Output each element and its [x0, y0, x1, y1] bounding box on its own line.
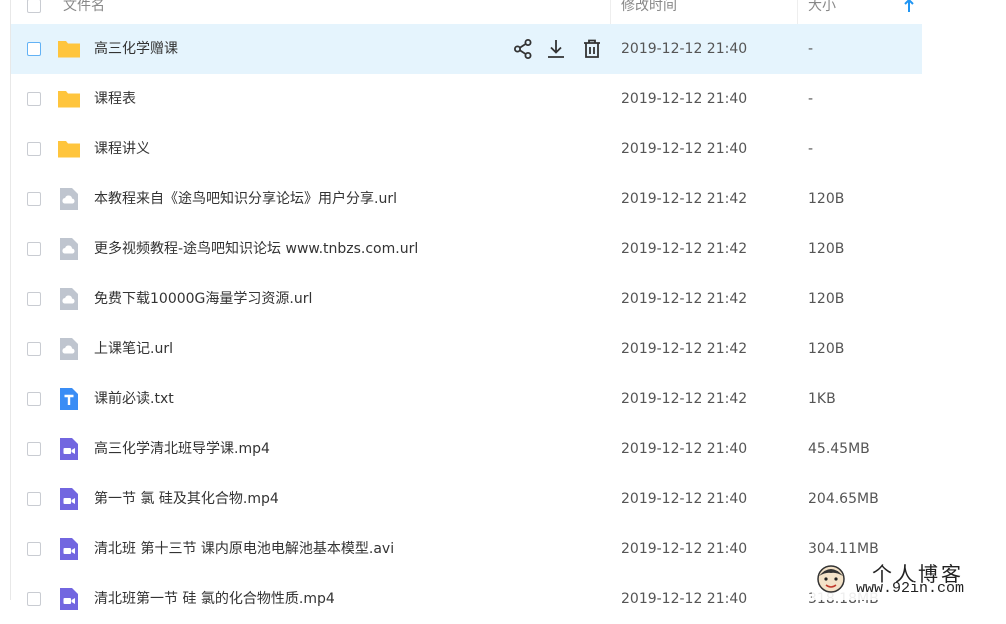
- file-row[interactable]: 高三化学赠课 2019-12-12 21:40 -: [11, 24, 922, 74]
- file-size: 120B: [808, 291, 845, 307]
- text-file-icon: [60, 388, 78, 410]
- row-checkbox[interactable]: [27, 142, 41, 156]
- file-list-header: 文件名 修改时间 大小: [11, 0, 922, 25]
- cloud-file-icon: [60, 338, 78, 360]
- header-modified-time[interactable]: 修改时间: [621, 0, 677, 24]
- cloud-file-icon: [60, 288, 78, 310]
- folder-icon: [58, 41, 80, 58]
- watermark-url: www.92in.com: [856, 580, 965, 597]
- file-row[interactable]: 上课笔记.url 2019-12-12 21:42 120B: [11, 324, 922, 374]
- file-row[interactable]: 清北班 第十三节 课内原电池电解池基本模型.avi 2019-12-12 21:4…: [11, 524, 922, 574]
- blog-avatar-icon: [817, 565, 845, 593]
- file-row[interactable]: 本教程来自《途鸟吧知识分享论坛》用户分享.url 2019-12-12 21:42…: [11, 174, 922, 224]
- watermark: 个人博客 www.92in.com: [812, 558, 1006, 600]
- file-name[interactable]: 课程表: [94, 74, 136, 124]
- row-checkbox[interactable]: [27, 542, 41, 556]
- file-modified-time: 2019-12-12 21:42: [621, 391, 748, 407]
- download-icon[interactable]: [544, 37, 568, 61]
- file-name[interactable]: 高三化学清北班导学课.mp4: [94, 424, 270, 474]
- delete-icon[interactable]: [580, 37, 604, 61]
- folder-icon: [58, 141, 80, 158]
- file-modified-time: 2019-12-12 21:40: [621, 591, 748, 607]
- file-row[interactable]: 课程讲义 2019-12-12 21:40 -: [11, 124, 922, 174]
- video-file-icon: [60, 488, 78, 510]
- row-checkbox[interactable]: [27, 342, 41, 356]
- file-name[interactable]: 清北班 第十三节 课内原电池电解池基本模型.avi: [94, 524, 394, 574]
- row-checkbox[interactable]: [27, 42, 41, 56]
- header-separator: [797, 0, 798, 24]
- header-separator: [610, 0, 611, 24]
- file-name[interactable]: 第一节 氯 硅及其化合物.mp4: [94, 474, 279, 524]
- file-name[interactable]: 上课笔记.url: [94, 324, 173, 374]
- file-row[interactable]: 课前必读.txt 2019-12-12 21:42 1KB: [11, 374, 922, 424]
- file-size: 204.65MB: [808, 491, 879, 507]
- file-row[interactable]: 高三化学清北班导学课.mp4 2019-12-12 21:40 45.45MB: [11, 424, 922, 474]
- file-row[interactable]: 第一节 氯 硅及其化合物.mp4 2019-12-12 21:40 204.65MB: [11, 474, 922, 524]
- video-file-icon: [60, 438, 78, 460]
- file-modified-time: 2019-12-12 21:42: [621, 291, 748, 307]
- row-checkbox[interactable]: [27, 242, 41, 256]
- file-modified-time: 2019-12-12 21:40: [621, 141, 748, 157]
- file-row[interactable]: 更多视频教程-途鸟吧知识论坛 www.tnbzs.com.url 2019-12-…: [11, 224, 922, 274]
- row-checkbox[interactable]: [27, 392, 41, 406]
- share-icon[interactable]: [511, 37, 535, 61]
- file-size: 120B: [808, 191, 845, 207]
- file-name[interactable]: 更多视频教程-途鸟吧知识论坛 www.tnbzs.com.url: [94, 224, 418, 274]
- arrow-up-icon[interactable]: [903, 0, 915, 13]
- video-file-icon: [60, 538, 78, 560]
- file-modified-time: 2019-12-12 21:40: [621, 491, 748, 507]
- header-size[interactable]: 大小: [808, 0, 836, 24]
- file-size: 1KB: [808, 391, 836, 407]
- file-row[interactable]: 课程表 2019-12-12 21:40 -: [11, 74, 922, 124]
- file-size: -: [808, 141, 814, 157]
- cloud-file-icon: [60, 238, 78, 260]
- cloud-file-icon: [60, 188, 78, 210]
- header-filename[interactable]: 文件名: [63, 0, 105, 24]
- file-row[interactable]: 清北班第一节 硅 氯的化合物性质.mp42019-12-12 21:40318.…: [11, 574, 922, 624]
- row-checkbox[interactable]: [27, 492, 41, 506]
- file-size: 120B: [808, 341, 845, 357]
- file-size: 120B: [808, 241, 845, 257]
- row-checkbox[interactable]: [27, 192, 41, 206]
- file-name[interactable]: 高三化学赠课: [94, 24, 178, 74]
- file-size: -: [808, 91, 814, 107]
- file-name[interactable]: 本教程来自《途鸟吧知识分享论坛》用户分享.url: [94, 174, 397, 224]
- file-name[interactable]: 课程讲义: [94, 124, 150, 174]
- folder-icon: [58, 91, 80, 108]
- file-modified-time: 2019-12-12 21:42: [621, 341, 748, 357]
- file-name[interactable]: 清北班第一节 硅 氯的化合物性质.mp4: [94, 574, 335, 624]
- file-modified-time: 2019-12-12 21:42: [621, 191, 748, 207]
- row-checkbox[interactable]: [27, 292, 41, 306]
- file-size: -: [808, 41, 814, 57]
- select-all-checkbox[interactable]: [27, 0, 41, 13]
- file-modified-time: 2019-12-12 21:40: [621, 91, 748, 107]
- file-modified-time: 2019-12-12 21:40: [621, 541, 748, 557]
- file-row[interactable]: 免费下载10000G海量学习资源.url 2019-12-12 21:42 120B: [11, 274, 922, 324]
- file-name[interactable]: 课前必读.txt: [94, 374, 174, 424]
- file-size: 45.45MB: [808, 441, 870, 457]
- row-checkbox[interactable]: [27, 442, 41, 456]
- file-modified-time: 2019-12-12 21:42: [621, 241, 748, 257]
- video-file-icon: [60, 588, 78, 610]
- row-checkbox[interactable]: [27, 92, 41, 106]
- file-modified-time: 2019-12-12 21:40: [621, 41, 748, 57]
- row-checkbox[interactable]: [27, 592, 41, 606]
- file-modified-time: 2019-12-12 21:40: [621, 441, 748, 457]
- file-name[interactable]: 免费下载10000G海量学习资源.url: [94, 274, 312, 324]
